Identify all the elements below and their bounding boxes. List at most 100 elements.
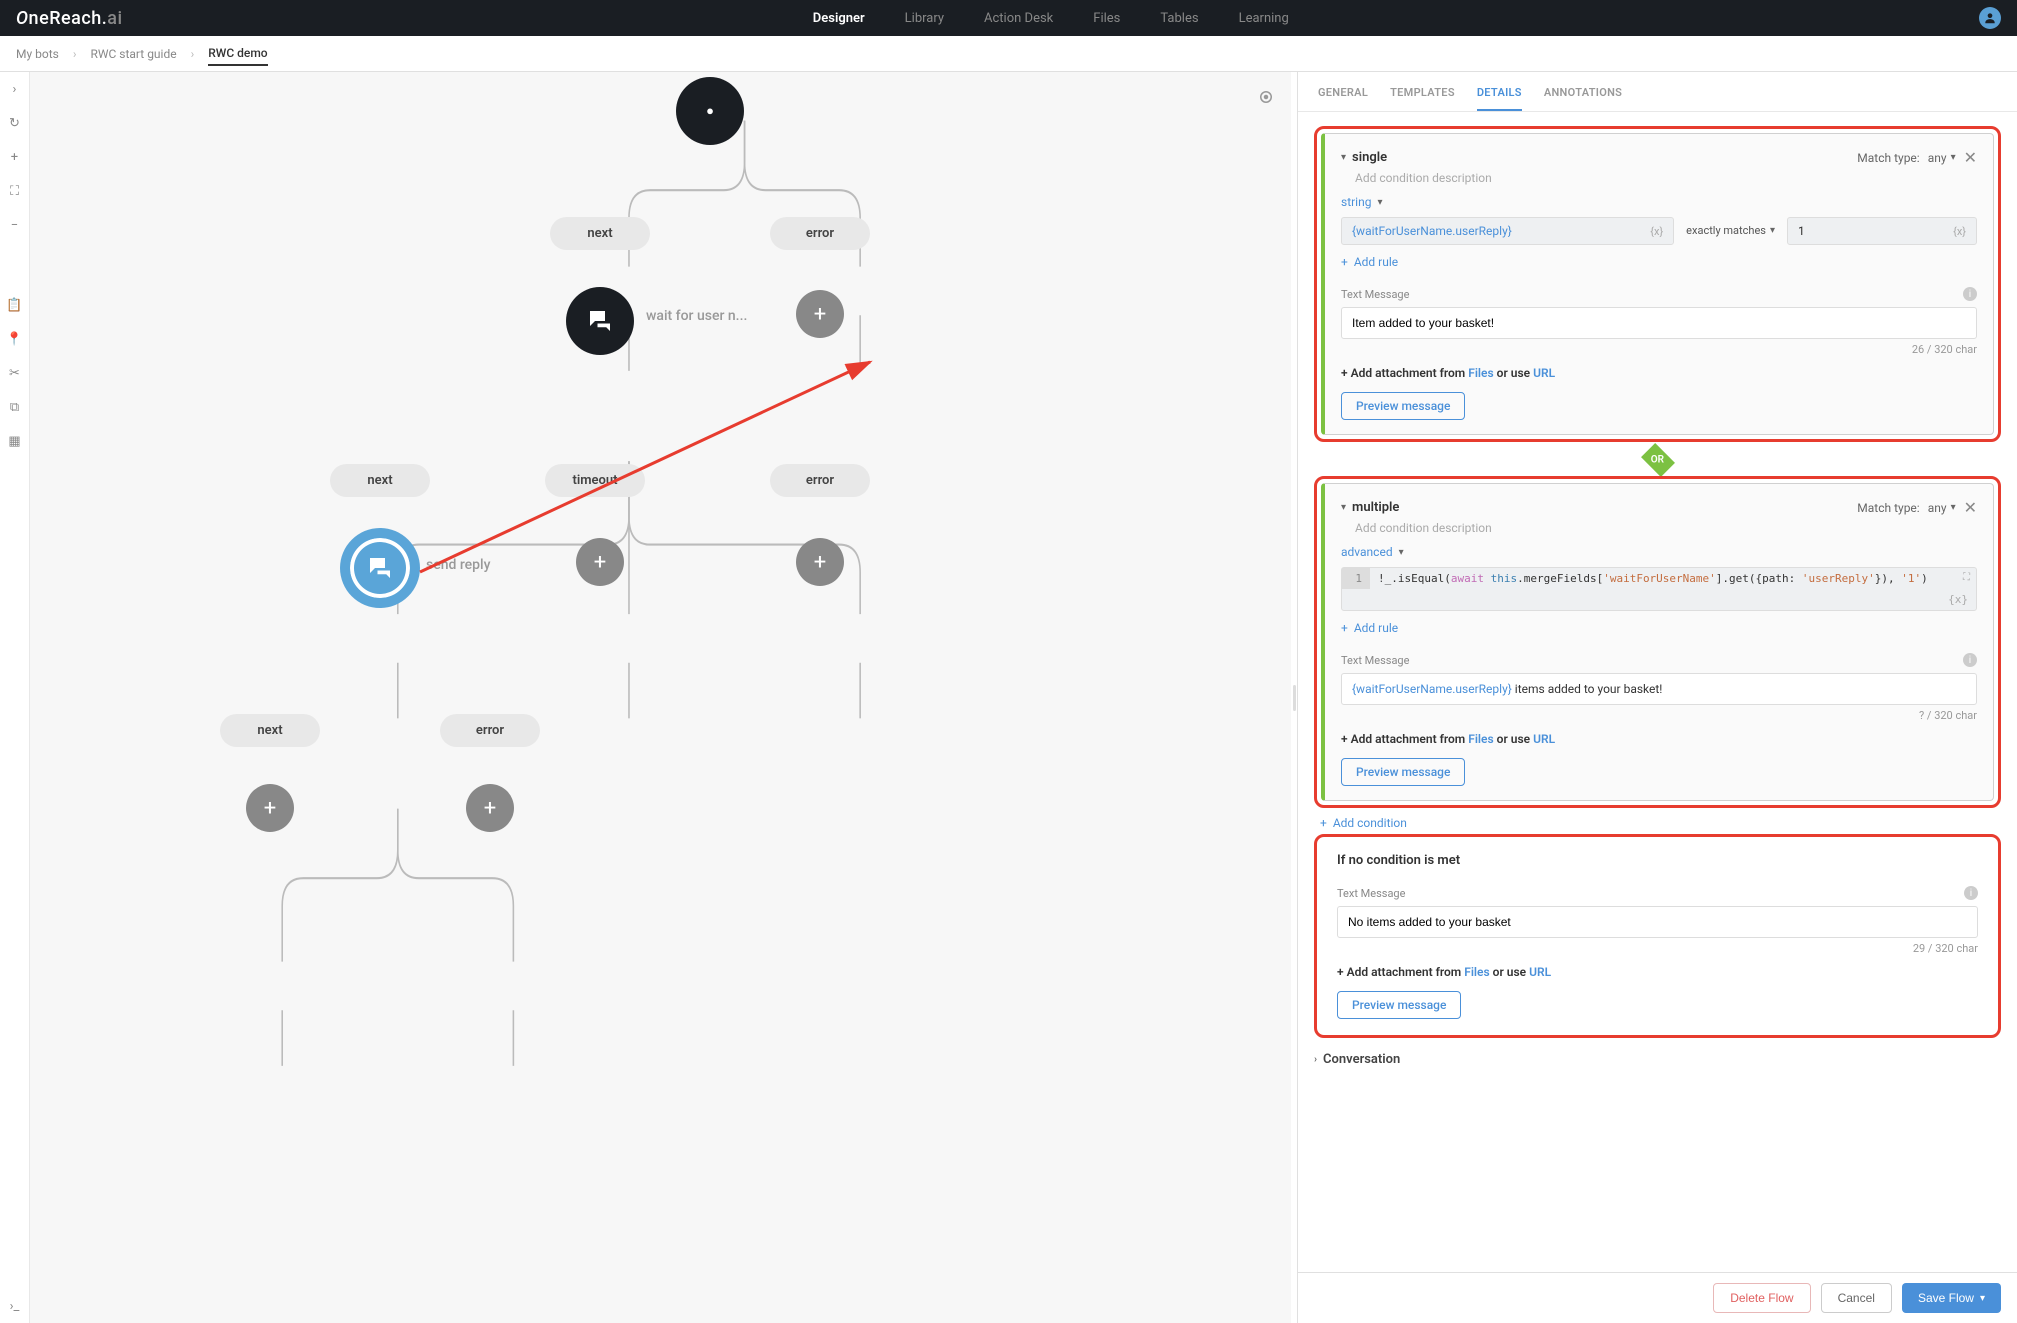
nav-action-desk[interactable]: Action Desk [984,11,1053,26]
attachment-line: + Add attachment from Files or use URL [1337,965,1978,979]
chevron-right-icon: › [191,47,195,61]
text-message-input[interactable] [1341,307,1977,339]
files-link[interactable]: Files [1468,732,1493,746]
preview-message-button[interactable]: Preview message [1341,392,1465,420]
match-type-label: Match type: [1857,151,1919,165]
flow-canvas[interactable]: ● next error wait for user n... + next t… [30,72,1291,1323]
merge-field-icon[interactable]: {x} [1650,225,1663,238]
left-toolbar: › ↻ + ⛶ − 📋 📍 ✂ ⧉ ▦ ›_ [0,72,30,1323]
wait-node[interactable] [566,287,634,355]
text-message-input[interactable] [1337,906,1978,938]
user-avatar-icon[interactable] [1979,7,2001,29]
nav-files[interactable]: Files [1093,11,1120,26]
add-node-icon[interactable]: + [466,784,514,832]
files-link[interactable]: Files [1464,965,1489,979]
topbar: OneReach.ai Designer Library Action Desk… [0,0,2017,36]
condition-card-multiple: ▾ multiple Match type: any ▾ ✕ Add condi… [1314,476,2001,808]
conversation-section[interactable]: ›Conversation [1314,1052,2001,1067]
clipboard-icon[interactable]: 📋 [6,296,24,314]
preview-message-button[interactable]: Preview message [1337,991,1461,1019]
text-message-label: Text Message [1337,887,1405,900]
add-node-icon[interactable]: + [246,784,294,832]
save-flow-button[interactable]: Save Flow▾ [1902,1283,2001,1313]
close-icon[interactable]: ✕ [1964,148,1977,167]
attachment-line: + Add attachment from Files or use URL [1341,732,1977,746]
add-rule-button[interactable]: +Add rule [1341,621,1977,635]
rule-lhs-field[interactable]: {waitForUserName.userReply}{x} [1341,217,1674,245]
terminal-icon[interactable]: ›_ [6,1297,24,1315]
tab-annotations[interactable]: ANNOTATIONS [1544,86,1622,111]
add-rule-button[interactable]: +Add rule [1341,255,1977,269]
cancel-button[interactable]: Cancel [1821,1283,1892,1313]
fullscreen-icon[interactable]: ⛶ [6,182,24,200]
copy-icon[interactable]: ⧉ [6,398,24,416]
nav-library[interactable]: Library [905,11,944,26]
pin-icon[interactable]: 📍 [6,330,24,348]
crumb-my-bots[interactable]: My bots [16,47,59,61]
crumb-current[interactable]: RWC demo [208,46,267,66]
merge-field-icon[interactable]: {x} [1948,593,1968,606]
pill-next-bot[interactable]: next [220,714,320,747]
pill-error[interactable]: error [770,217,870,250]
plus-icon[interactable]: + [6,148,24,166]
minus-icon[interactable]: − [6,216,24,234]
chevron-down-icon[interactable]: ▾ [1341,502,1346,513]
details-panel: GENERAL TEMPLATES DETAILS ANNOTATIONS ▾ … [1297,72,2017,1323]
rule-rhs-field[interactable]: 1{x} [1787,217,1977,245]
tab-general[interactable]: GENERAL [1318,86,1368,111]
url-link[interactable]: URL [1533,732,1555,746]
add-condition-button[interactable]: +Add condition [1320,816,2001,830]
match-type-dropdown[interactable]: any ▾ [1928,151,1956,165]
nav-designer[interactable]: Designer [813,11,865,26]
chevron-right-icon: › [1314,1054,1317,1065]
scissors-icon[interactable]: ✂ [6,364,24,382]
paste-icon[interactable]: ▦ [6,432,24,450]
rule-type-dropdown[interactable]: string ▾ [1341,195,1977,209]
locate-icon[interactable] [1257,88,1275,110]
panel-tabs: GENERAL TEMPLATES DETAILS ANNOTATIONS [1298,72,2017,112]
pill-error-bot[interactable]: error [440,714,540,747]
fallback-card: If no condition is met Text Messagei 29 … [1314,834,2001,1038]
chevron-down-icon[interactable]: ▾ [1341,152,1346,163]
condition-title[interactable]: multiple [1352,500,1399,515]
char-counter: ? / 320 char [1341,709,1977,722]
refresh-icon[interactable]: ↻ [6,114,24,132]
rule-type-dropdown[interactable]: advanced ▾ [1341,545,1977,559]
tab-details[interactable]: DETAILS [1477,86,1522,111]
url-link[interactable]: URL [1529,965,1551,979]
nav-learning[interactable]: Learning [1239,11,1289,26]
breadcrumb: My bots › RWC start guide › RWC demo [0,36,2017,72]
text-message-input[interactable]: {waitForUserName.userReply} items added … [1341,673,1977,705]
chevron-right-icon: › [73,47,77,61]
match-type-label: Match type: [1857,501,1919,515]
condition-description-input[interactable]: Add condition description [1355,171,1977,185]
panel-footer: Delete Flow Cancel Save Flow▾ [1298,1272,2017,1323]
attachment-line: + Add attachment from Files or use URL [1341,366,1977,380]
crumb-start-guide[interactable]: RWC start guide [90,47,176,61]
text-message-label: Text Message [1341,288,1409,301]
info-icon[interactable]: i [1964,886,1978,900]
condition-card-single: ▾ single Match type: any ▾ ✕ Add conditi… [1314,126,2001,442]
or-separator: OR [1641,443,1675,477]
advanced-code-input[interactable]: 1!_.isEqual(await this.mergeFields['wait… [1341,567,1977,611]
delete-flow-button[interactable]: Delete Flow [1713,1283,1810,1313]
info-icon[interactable]: i [1963,287,1977,301]
condition-title[interactable]: single [1352,150,1387,165]
send-reply-node[interactable] [346,534,414,602]
merge-field-icon[interactable]: {x} [1953,225,1966,238]
tab-templates[interactable]: TEMPLATES [1390,86,1455,111]
start-node[interactable]: ● [676,77,744,145]
condition-description-input[interactable]: Add condition description [1355,521,1977,535]
files-link[interactable]: Files [1468,366,1493,380]
pill-next[interactable]: next [550,217,650,250]
add-node-icon[interactable]: + [796,290,844,338]
nav-tables[interactable]: Tables [1160,11,1198,26]
expand-icon[interactable]: ⛶ [1963,572,1970,583]
info-icon[interactable]: i [1963,653,1977,667]
expand-right-icon[interactable]: › [6,80,24,98]
preview-message-button[interactable]: Preview message [1341,758,1465,786]
url-link[interactable]: URL [1533,366,1555,380]
rule-operator-dropdown[interactable]: exactly matches ▾ [1680,217,1781,245]
close-icon[interactable]: ✕ [1964,498,1977,517]
match-type-dropdown[interactable]: any ▾ [1928,501,1956,515]
